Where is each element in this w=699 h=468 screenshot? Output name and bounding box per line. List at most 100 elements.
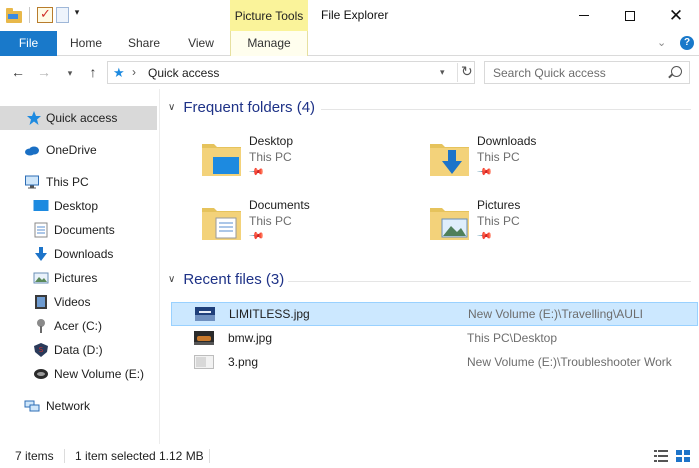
group-title: Recent files (3) [183, 271, 285, 288]
title-bar: ▾ Picture Tools File Explorer ✕ [0, 0, 699, 31]
expand-ribbon-chevron-icon[interactable]: ⌄ [657, 36, 666, 49]
selection-size: 1.12 MB [159, 449, 204, 463]
address-bar[interactable]: ★ › Quick access ▾ ↻ [107, 61, 475, 84]
picture-tools-context-label: Picture Tools [230, 0, 308, 31]
explorer-folder-icon[interactable] [6, 7, 22, 23]
group-divider [321, 109, 691, 110]
sidebar-item-documents[interactable]: Documents [0, 218, 157, 242]
up-arrow-icon[interactable]: ↑ [83, 64, 103, 80]
ribbon-tab-bar: File Home Share View Manage ⌄ ? [0, 31, 699, 56]
tab-share[interactable]: Share [118, 31, 170, 56]
large-icons-view-icon[interactable] [676, 450, 690, 462]
new-folder-icon[interactable] [56, 7, 69, 23]
sidebar-item-label: Network [46, 399, 91, 413]
search-input[interactable]: Search Quick access [484, 61, 690, 84]
pictures-icon [33, 272, 49, 284]
search-icon [671, 66, 682, 77]
file-name: LIMITLESS.jpg [229, 307, 310, 321]
recent-file-row[interactable]: LIMITLESS.jpg New Volume (E:)\Travelling… [171, 302, 698, 326]
pin-icon: 📌 [247, 228, 265, 245]
pin-icon: 📌 [247, 164, 265, 181]
tab-view[interactable]: View [176, 31, 226, 56]
breadcrumb-chevron-icon[interactable]: › [132, 65, 136, 79]
sidebar-item-label: Data (D:) [54, 343, 103, 357]
window-title: File Explorer [321, 8, 389, 22]
computer-icon [25, 175, 39, 189]
downloads-folder-icon [430, 144, 469, 176]
breadcrumb[interactable]: Quick access [148, 66, 219, 80]
pictures-folder-icon [430, 208, 469, 240]
close-button[interactable]: ✕ [653, 0, 699, 31]
frequent-folders-header[interactable]: ∨ Frequent folders (4) [168, 99, 315, 116]
sidebar-item-label: Acer (C:) [54, 319, 102, 333]
folder-name: Desktop [249, 134, 294, 148]
folder-location: This PC [477, 150, 520, 164]
collapse-chevron-icon[interactable]: ∨ [168, 274, 175, 285]
customize-toolbar-chevron-icon[interactable]: ▾ [72, 7, 82, 23]
image-thumbnail-icon [194, 331, 214, 345]
sidebar-item-new-volume-e[interactable]: New Volume (E:) [0, 362, 157, 386]
download-icon [35, 247, 47, 261]
file-path: New Volume (E:)\Troubleshooter Work [467, 355, 672, 369]
folder-tile-desktop[interactable]: Desktop This PC 📌 [201, 134, 421, 186]
sidebar-item-onedrive[interactable]: OneDrive [0, 138, 157, 162]
recent-file-row[interactable]: 3.png New Volume (E:)\Troubleshooter Wor… [171, 351, 698, 375]
sidebar-item-label: Pictures [54, 271, 98, 285]
address-history-chevron-icon[interactable]: ▾ [440, 67, 445, 78]
sidebar-item-label: Quick access [46, 111, 118, 125]
details-view-icon[interactable] [654, 450, 668, 462]
documents-icon [34, 222, 48, 238]
sidebar-item-downloads[interactable]: Downloads [0, 242, 157, 266]
sidebar-item-label: OneDrive [46, 143, 97, 157]
folder-tile-pictures[interactable]: Pictures This PC 📌 [429, 198, 649, 250]
properties-icon[interactable] [37, 6, 53, 23]
network-icon [24, 400, 40, 412]
help-icon[interactable]: ? [680, 36, 694, 50]
pin-icon: 📌 [475, 164, 493, 181]
image-thumbnail-icon [194, 355, 214, 369]
sidebar-item-quick-access[interactable]: Quick access [0, 106, 157, 130]
recent-file-row[interactable]: bmw.jpg This PC\Desktop [171, 327, 698, 351]
group-title: Frequent folders (4) [183, 99, 316, 116]
refresh-icon[interactable]: ↻ [457, 63, 473, 82]
forward-arrow-icon[interactable]: → [34, 64, 54, 80]
folder-tile-downloads[interactable]: Downloads This PC 📌 [429, 134, 649, 186]
back-arrow-icon[interactable]: ← [8, 64, 28, 80]
maximize-button[interactable] [607, 0, 653, 31]
sidebar-item-this-pc[interactable]: This PC [0, 170, 157, 194]
star-icon [27, 111, 41, 125]
tab-file[interactable]: File [0, 31, 57, 56]
search-placeholder: Search Quick access [493, 66, 606, 80]
minimize-icon [579, 15, 589, 16]
sidebar-item-desktop[interactable]: Desktop [0, 194, 157, 218]
collapse-chevron-icon[interactable]: ∨ [168, 102, 175, 113]
toolbar-divider [29, 7, 30, 23]
folder-name: Downloads [477, 134, 537, 148]
file-name: bmw.jpg [228, 331, 273, 345]
tab-home[interactable]: Home [60, 31, 112, 56]
folder-tile-documents[interactable]: Documents This PC 📌 [201, 198, 421, 250]
sidebar-item-label: Videos [54, 295, 91, 309]
minimize-button[interactable] [561, 0, 607, 31]
sidebar-item-data-d[interactable]: S Data (D:) [0, 338, 157, 362]
tab-manage[interactable]: Manage [230, 31, 308, 56]
folder-name: Documents [249, 198, 310, 212]
sidebar-item-label: Downloads [54, 247, 114, 261]
sidebar-item-pictures[interactable]: Pictures [0, 266, 157, 290]
documents-folder-icon [202, 208, 241, 240]
item-count: 7 items [15, 449, 54, 463]
image-thumbnail-icon [195, 307, 215, 321]
svg-text:S: S [39, 346, 44, 354]
navigation-bar: ← → ▾ ↑ ★ › Quick access ▾ ↻ Search Quic… [0, 56, 699, 89]
selection-count: 1 item selected [75, 449, 156, 463]
sidebar-item-acer-c[interactable]: Acer (C:) [0, 314, 157, 338]
status-divider [64, 449, 65, 463]
sidebar-item-videos[interactable]: Videos [0, 290, 157, 314]
recent-locations-chevron-icon[interactable]: ▾ [60, 65, 80, 81]
drive-icon [34, 369, 48, 379]
file-path: This PC\Desktop [467, 331, 558, 345]
desktop-folder-icon [202, 144, 241, 176]
status-divider [209, 449, 210, 463]
sidebar-item-network[interactable]: Network [0, 394, 157, 418]
recent-files-header[interactable]: ∨ Recent files (3) [168, 271, 284, 288]
